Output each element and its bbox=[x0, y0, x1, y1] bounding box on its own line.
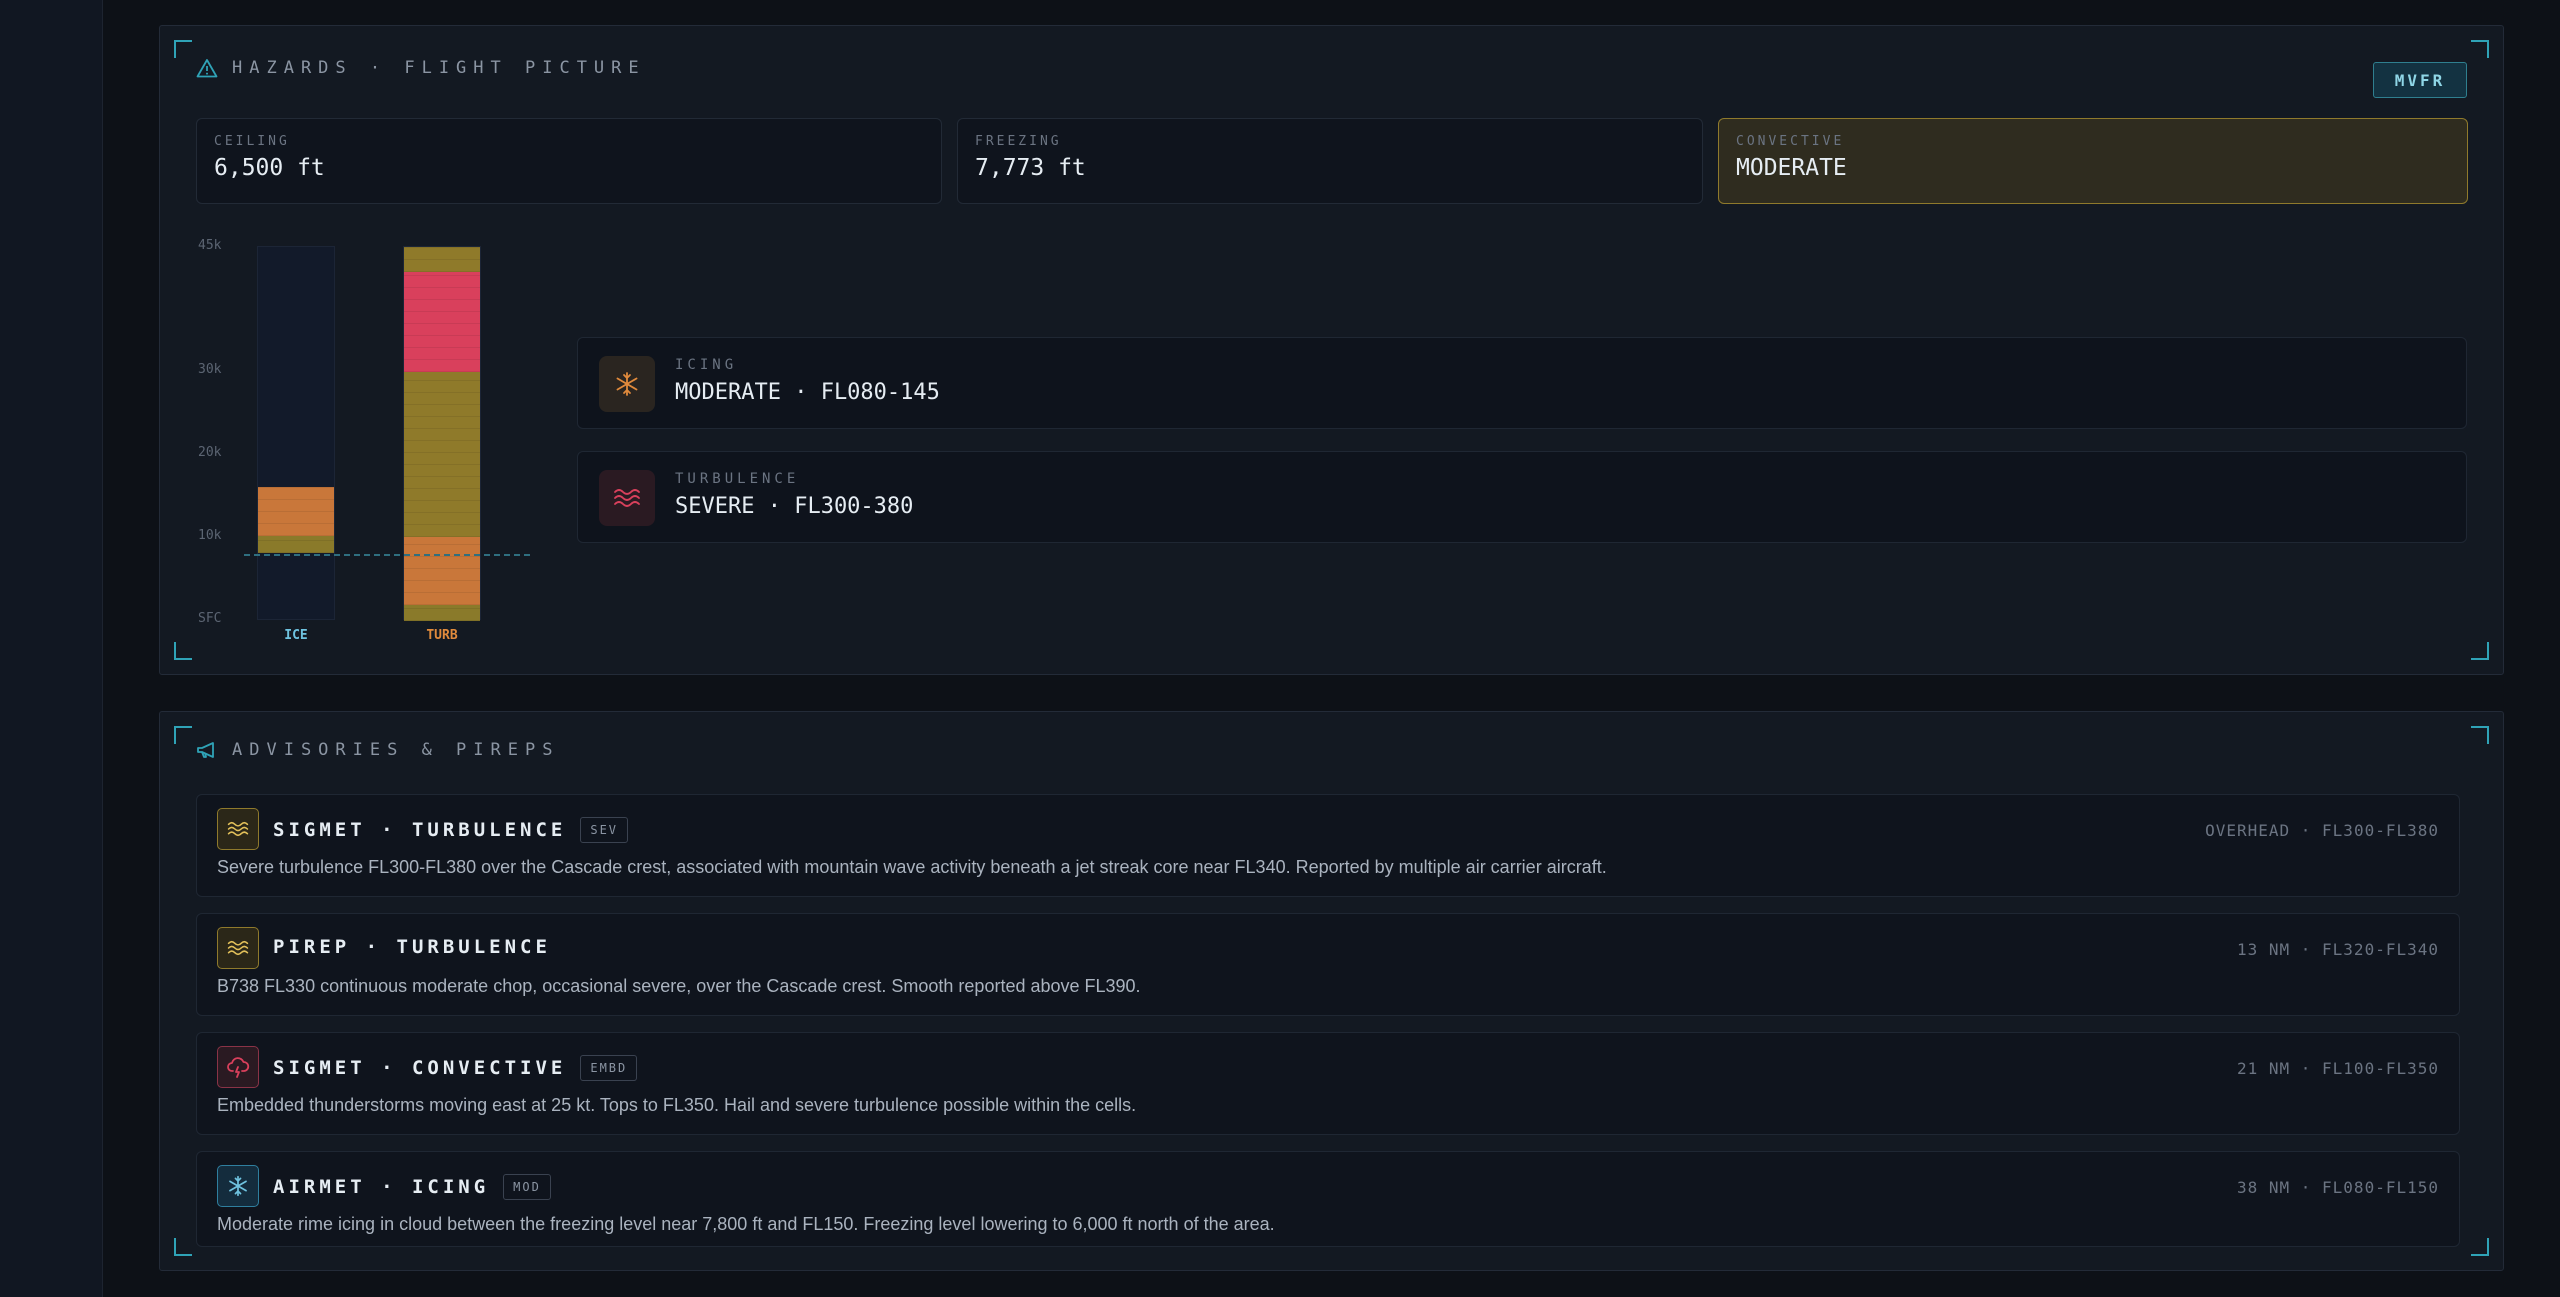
ice-bar bbox=[257, 246, 335, 620]
advisory-body: Moderate rime icing in cloud between the… bbox=[217, 1214, 1275, 1234]
freezing-level-line bbox=[244, 554, 530, 556]
convective-value: MODERATE bbox=[1736, 155, 1847, 181]
ceiling-label: CEILING bbox=[214, 134, 290, 149]
icing-value: MODERATE · FL080-145 bbox=[675, 380, 940, 405]
advisory-item[interactable]: SIGMET · TURBULENCE SEV OVERHEAD · FL300… bbox=[196, 794, 2460, 897]
advisories-panel: ADVISORIES & PIREPS SIGMET · TURBULENCE … bbox=[159, 711, 2504, 1271]
altitude-tick-label: 30k bbox=[198, 362, 222, 377]
turb-bar bbox=[403, 246, 481, 621]
advisory-meta: OVERHEAD · FL300-FL380 bbox=[2205, 821, 2439, 840]
freezing-value: 7,773 ft bbox=[975, 155, 1086, 181]
flight-category-badge: MVFR bbox=[2373, 62, 2467, 98]
advisory-body: Severe turbulence FL300-FL380 over the C… bbox=[217, 857, 1607, 877]
altitude-tick-label: 45k bbox=[198, 238, 222, 253]
altitude-tick-label: 20k bbox=[198, 445, 222, 460]
corner-bracket bbox=[2471, 726, 2489, 744]
snowflake-icon bbox=[599, 356, 655, 412]
advisory-meta: 21 NM · FL100-FL350 bbox=[2236, 1059, 2439, 1078]
waves-icon bbox=[217, 808, 259, 850]
advisory-title: SIGMET · CONVECTIVE EMBD bbox=[273, 1055, 638, 1081]
megaphone-icon bbox=[196, 741, 218, 759]
advisory-title-text: AIRMET · ICING bbox=[273, 1176, 490, 1198]
advisories-panel-title: ADVISORIES & PIREPS bbox=[196, 736, 559, 764]
left-rail bbox=[0, 0, 103, 1297]
ceiling-value: 6,500 ft bbox=[214, 155, 325, 181]
advisory-item[interactable]: PIREP · TURBULENCE 13 NM · FL320-FL340 B… bbox=[196, 913, 2460, 1016]
convective-label: CONVECTIVE bbox=[1736, 134, 1845, 149]
storm-cloud-icon bbox=[217, 1046, 259, 1088]
icing-label: ICING bbox=[675, 357, 738, 373]
advisory-meta: 38 NM · FL080-FL150 bbox=[2236, 1178, 2439, 1197]
hazards-panel: HAZARDS · FLIGHT PICTURE MVFR CEILING 6,… bbox=[159, 25, 2504, 675]
advisory-title-text: PIREP · TURBULENCE bbox=[273, 936, 551, 958]
advisory-body: B738 FL330 continuous moderate chop, occ… bbox=[217, 976, 1141, 996]
turb-band-light-top bbox=[404, 247, 480, 272]
advisory-title-text: SIGMET · CONVECTIVE bbox=[273, 1057, 567, 1079]
severity-tag: EMBD bbox=[580, 1055, 638, 1081]
hazards-panel-title: HAZARDS · FLIGHT PICTURE bbox=[196, 54, 646, 82]
turb-band-light bbox=[404, 372, 480, 537]
turb-band-light-bottom bbox=[404, 605, 480, 621]
corner-bracket bbox=[174, 1238, 192, 1256]
corner-bracket bbox=[174, 40, 192, 58]
waves-icon bbox=[217, 927, 259, 969]
ice-bar-label: ICE bbox=[284, 628, 308, 643]
freezing-label: FREEZING bbox=[975, 134, 1062, 149]
panel-title-text: HAZARDS · FLIGHT PICTURE bbox=[232, 58, 646, 78]
advisory-title: SIGMET · TURBULENCE SEV bbox=[273, 817, 629, 843]
corner-bracket bbox=[2471, 1238, 2489, 1256]
advisory-title: AIRMET · ICING MOD bbox=[273, 1174, 551, 1200]
corner-bracket bbox=[174, 642, 192, 660]
freezing-card: FREEZING 7,773 ft bbox=[957, 118, 1703, 204]
icing-hazard-card[interactable]: ICING MODERATE · FL080-145 bbox=[577, 337, 2467, 429]
snowflake-icon bbox=[217, 1165, 259, 1207]
advisory-meta: 13 NM · FL320-FL340 bbox=[2236, 940, 2439, 959]
ceiling-card: CEILING 6,500 ft bbox=[196, 118, 942, 204]
advisory-title: PIREP · TURBULENCE bbox=[273, 936, 551, 958]
advisory-item[interactable]: SIGMET · CONVECTIVE EMBD 21 NM · FL100-F… bbox=[196, 1032, 2460, 1135]
turb-bar-label: TURB bbox=[426, 628, 458, 643]
convective-card: CONVECTIVE MODERATE bbox=[1718, 118, 2468, 204]
turb-band-severe bbox=[404, 272, 480, 372]
turbulence-label: TURBULENCE bbox=[675, 471, 800, 487]
turb-band-moderate bbox=[404, 537, 480, 605]
ice-band-light bbox=[258, 536, 334, 553]
severity-tag: SEV bbox=[580, 817, 629, 843]
corner-bracket bbox=[2471, 40, 2489, 58]
advisory-title-text: SIGMET · TURBULENCE bbox=[273, 819, 567, 841]
altitude-tick-label: 10k bbox=[198, 528, 222, 543]
severity-tag: MOD bbox=[503, 1174, 551, 1200]
ice-band-moderate bbox=[258, 487, 334, 536]
advisory-body: Embedded thunderstorms moving east at 25… bbox=[217, 1095, 1137, 1115]
advisory-item[interactable]: AIRMET · ICING MOD 38 NM · FL080-FL150 M… bbox=[196, 1151, 2460, 1247]
warning-triangle-icon bbox=[196, 58, 218, 78]
turbulence-hazard-card[interactable]: TURBULENCE SEVERE · FL300-380 bbox=[577, 451, 2467, 543]
turbulence-value: SEVERE · FL300-380 bbox=[675, 494, 914, 519]
corner-bracket bbox=[174, 726, 192, 744]
corner-bracket bbox=[2471, 642, 2489, 660]
waves-icon bbox=[599, 470, 655, 526]
altitude-tick-label: SFC bbox=[198, 611, 222, 626]
panel-title-text: ADVISORIES & PIREPS bbox=[232, 740, 560, 760]
